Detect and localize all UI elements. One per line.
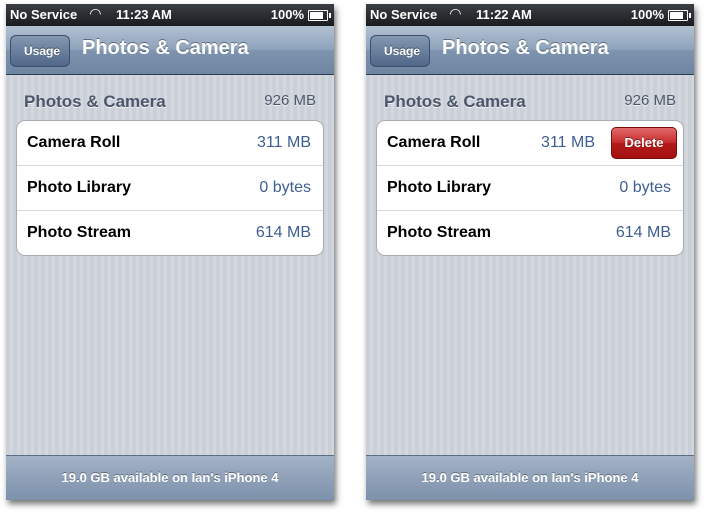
list-item-photo-library[interactable]: Photo Library 0 bytes [377, 166, 683, 211]
list-item-label: Photo Stream [387, 224, 492, 241]
list-item-size: 0 bytes [259, 179, 311, 196]
section-total-size: 926 MB [624, 92, 676, 109]
list-item-size: 614 MB [255, 224, 311, 241]
iphone-screen-right: No Service ◠ 11:22 AM 100% Usage Photos … [366, 4, 694, 500]
back-button-label: Usage [24, 44, 61, 58]
battery-percent: 100% [270, 7, 304, 22]
section-title: Photos & Camera [384, 92, 526, 111]
storage-list: Camera Roll 311 MB Delete Photo Library … [376, 120, 684, 256]
list-item-label: Camera Roll [387, 134, 481, 151]
wifi-icon: ◠ [90, 5, 101, 21]
list-item-photo-stream[interactable]: Photo Stream 614 MB [17, 211, 323, 255]
list-item-photo-library[interactable]: Photo Library 0 bytes [17, 166, 323, 211]
section-total-size: 926 MB [264, 92, 316, 109]
battery-icon [668, 10, 691, 21]
available-storage-footer: 19.0 GB available on Ian's iPhone 4 [6, 455, 334, 500]
carrier-label: No Service [10, 7, 78, 22]
back-button-usage[interactable]: Usage [370, 35, 431, 67]
available-storage-footer: 19.0 GB available on Ian's iPhone 4 [366, 455, 694, 500]
clock: 11:23 AM [116, 7, 172, 22]
back-button-label: Usage [384, 44, 421, 58]
list-item-size: 614 MB [615, 224, 671, 241]
section-header: Photos & Camera 926 MB [384, 92, 676, 112]
navigation-bar: Usage Photos & Camera [366, 26, 694, 75]
section-title: Photos & Camera [24, 92, 166, 111]
battery-icon [308, 10, 331, 21]
list-item-photo-stream[interactable]: Photo Stream 614 MB [377, 211, 683, 255]
list-item-camera-roll[interactable]: Camera Roll 311 MB Delete [377, 121, 683, 166]
status-bar: No Service ◠ 11:23 AM 100% [6, 4, 334, 26]
status-bar: No Service ◠ 11:22 AM 100% [366, 4, 694, 26]
list-item-size: 0 bytes [619, 179, 671, 196]
battery-percent: 100% [630, 7, 664, 22]
clock: 11:22 AM [476, 7, 532, 22]
list-item-size: 311 MB [257, 134, 311, 151]
list-item-size: 311 MB [541, 134, 595, 151]
carrier-label: No Service [370, 7, 438, 22]
navigation-bar: Usage Photos & Camera [6, 26, 334, 75]
list-item-label: Photo Library [27, 179, 132, 196]
page-title: Photos & Camera [82, 37, 249, 59]
delete-button[interactable]: Delete [611, 127, 677, 159]
list-item-camera-roll[interactable]: Camera Roll 311 MB [17, 121, 323, 166]
iphone-screen-left: No Service ◠ 11:23 AM 100% Usage Photos … [6, 4, 334, 500]
section-header: Photos & Camera 926 MB [24, 92, 316, 112]
list-item-label: Photo Stream [27, 224, 132, 241]
wifi-icon: ◠ [450, 5, 461, 21]
list-item-label: Photo Library [387, 179, 492, 196]
back-button-usage[interactable]: Usage [10, 35, 71, 67]
list-item-label: Camera Roll [27, 134, 121, 151]
page-title: Photos & Camera [442, 37, 609, 59]
storage-list: Camera Roll 311 MB Photo Library 0 bytes… [16, 120, 324, 256]
